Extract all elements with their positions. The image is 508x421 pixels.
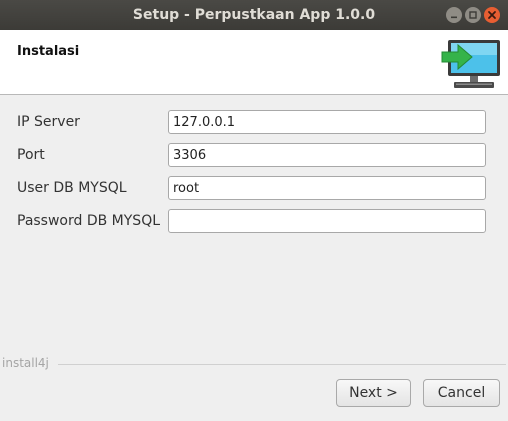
ip-server-input[interactable] — [168, 110, 486, 134]
setup-window: Setup - Perpustkaan App 1.0.0 Instalasi — [0, 0, 508, 421]
minimize-icon[interactable] — [446, 7, 462, 23]
footer-divider — [58, 364, 506, 365]
next-button[interactable]: Next > — [336, 379, 411, 407]
cancel-button[interactable]: Cancel — [423, 379, 500, 407]
user-db-input[interactable] — [168, 176, 486, 200]
page-title: Instalasi — [17, 44, 80, 59]
title-bar[interactable]: Setup - Perpustkaan App 1.0.0 — [0, 0, 508, 30]
password-db-input[interactable] — [168, 209, 486, 233]
form-row-ip-server: IP Server — [0, 110, 508, 136]
close-icon[interactable] — [484, 7, 500, 23]
installer-brand: install4j — [2, 356, 49, 370]
password-db-label: Password DB MYSQL — [17, 213, 161, 229]
port-input[interactable] — [168, 143, 486, 167]
form-row-password-db: Password DB MYSQL — [0, 209, 508, 235]
user-db-label: User DB MYSQL — [17, 180, 127, 196]
form-row-user-db: User DB MYSQL — [0, 176, 508, 202]
ip-server-label: IP Server — [17, 114, 80, 130]
window-title: Setup - Perpustkaan App 1.0.0 — [132, 7, 376, 23]
maximize-icon[interactable] — [465, 7, 481, 23]
wizard-header: Instalasi — [0, 30, 508, 95]
install-monitor-icon — [438, 36, 502, 92]
form-row-port: Port — [0, 143, 508, 169]
port-label: Port — [17, 147, 45, 163]
